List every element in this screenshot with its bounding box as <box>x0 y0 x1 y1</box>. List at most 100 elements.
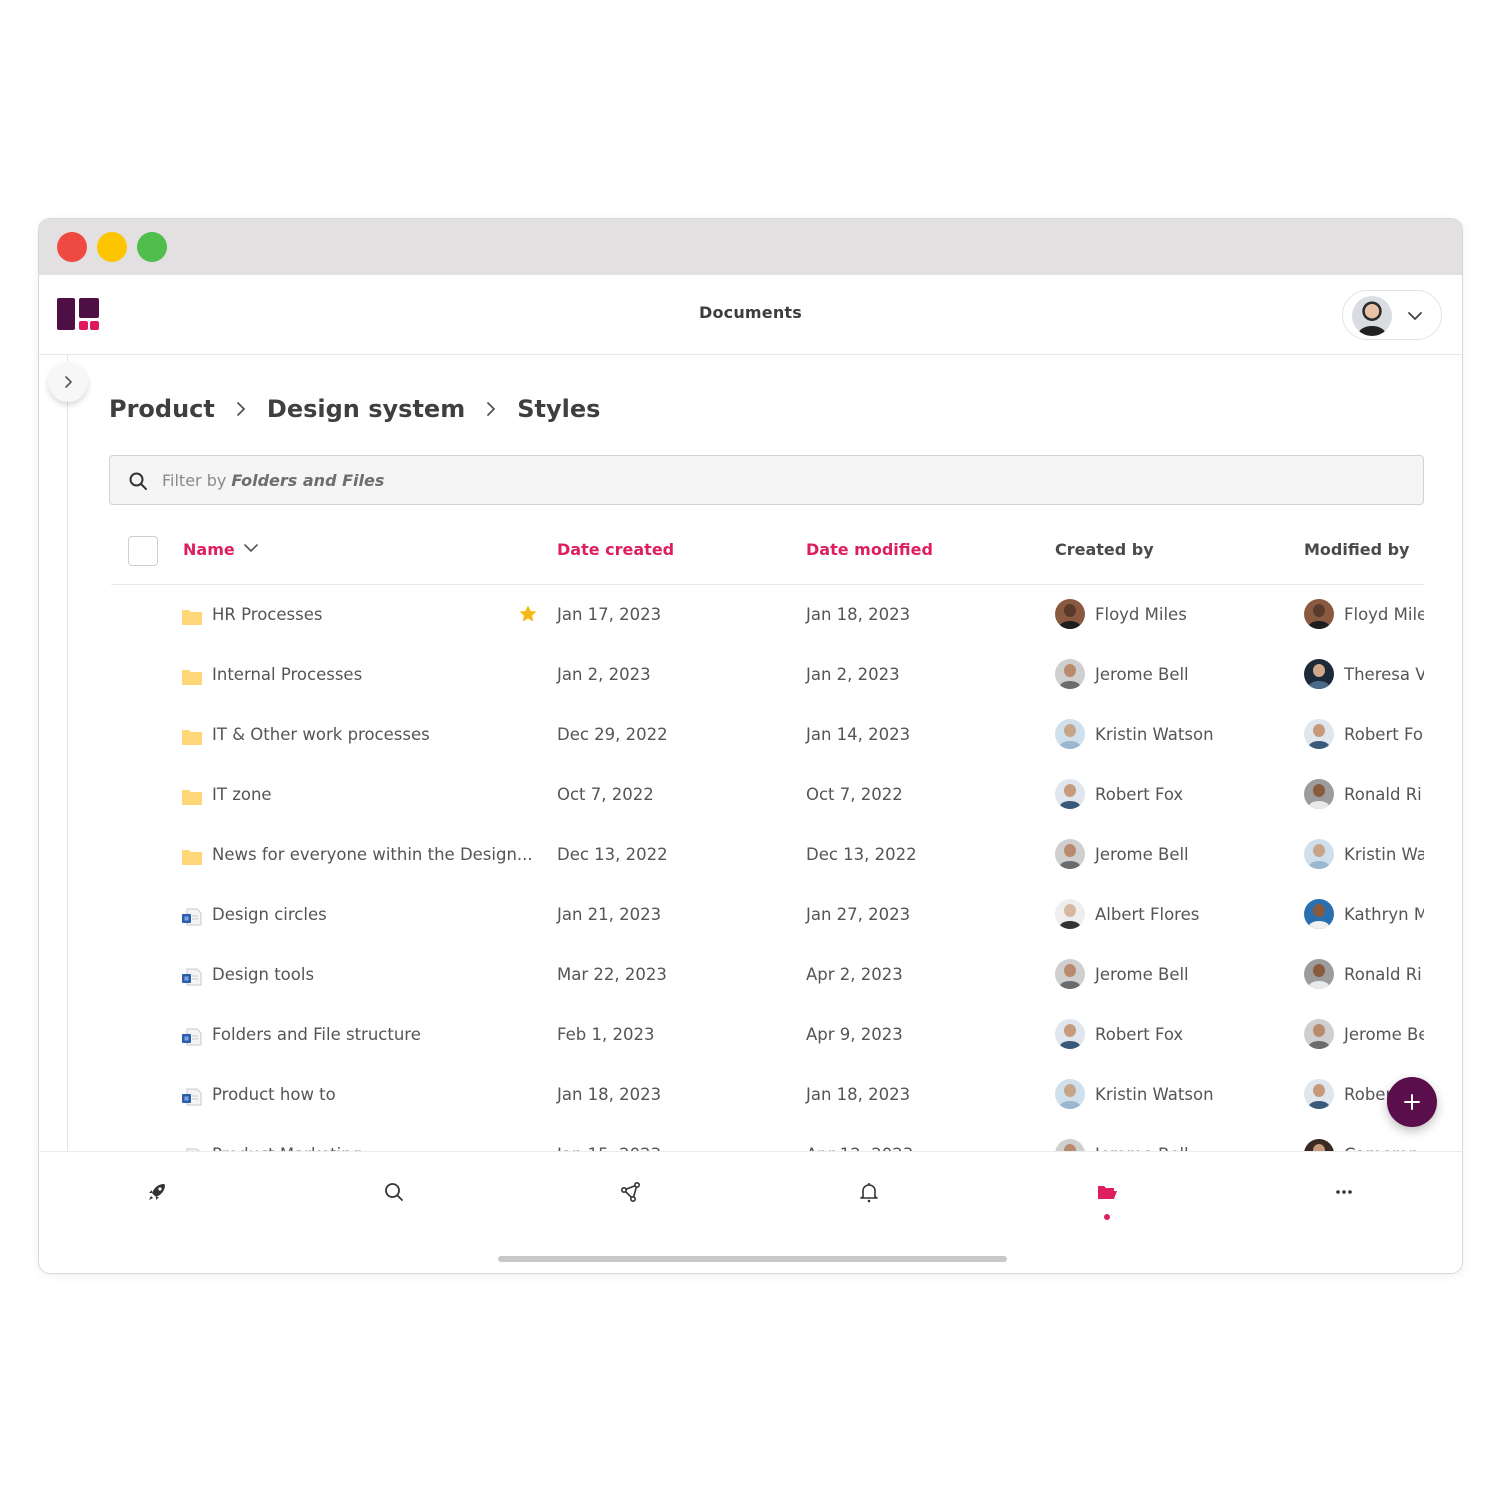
modified-by: Jerome Be <box>1304 1019 1424 1049</box>
item-name[interactable]: Folders and File structure <box>212 1025 421 1044</box>
item-name[interactable]: Product how to <box>212 1085 336 1104</box>
avatar <box>1304 1079 1334 1109</box>
date-modified: Jan 2, 2023 <box>806 665 900 684</box>
date-modified: Dec 13, 2022 <box>806 845 917 864</box>
created-by: Floyd Miles <box>1055 599 1187 629</box>
modified-by-name: Theresa V <box>1344 664 1424 684</box>
user-avatar <box>1352 296 1392 336</box>
created-by-name: Jerome Bell <box>1095 844 1189 864</box>
search-icon <box>129 472 147 490</box>
created-by: Kristin Watson <box>1055 1079 1214 1109</box>
column-header-date-created[interactable]: Date created <box>557 540 674 559</box>
item-name[interactable]: News for everyone within the Design... <box>212 845 533 864</box>
table-header: Name Date created Date modified Created … <box>111 515 1424 585</box>
created-by-name: Jerome Bell <box>1095 664 1189 684</box>
column-header-created-by[interactable]: Created by <box>1055 540 1154 559</box>
item-name[interactable]: IT zone <box>212 785 272 804</box>
breadcrumb-item-product[interactable]: Product <box>109 395 215 423</box>
date-modified: Oct 7, 2022 <box>806 785 903 804</box>
date-modified: Jan 18, 2023 <box>806 1085 911 1104</box>
modified-by: Ronald Ri <box>1304 779 1424 809</box>
modified-by-name: Ronald Ri <box>1344 784 1422 804</box>
avatar <box>1055 779 1085 809</box>
folder-open-icon[interactable] <box>1095 1180 1119 1204</box>
modified-by: Theresa V <box>1304 659 1424 689</box>
select-all-checkbox[interactable] <box>128 536 158 566</box>
close-window-button[interactable] <box>57 232 87 262</box>
avatar <box>1304 899 1334 929</box>
document-icon <box>182 1088 202 1106</box>
modified-by-name: Kathryn M <box>1344 904 1424 924</box>
user-menu-button[interactable] <box>1342 290 1442 340</box>
sidebar-rail <box>67 355 68 1155</box>
breadcrumb: Product Design system Styles <box>109 395 600 423</box>
modified-by-name: Robert Fo <box>1344 724 1423 744</box>
item-name[interactable]: Design circles <box>212 905 327 924</box>
modified-by-name: Floyd Mile <box>1344 604 1424 624</box>
home-indicator <box>498 1256 1007 1262</box>
table-row[interactable]: News for everyone within the Design... De… <box>111 825 1424 885</box>
more-icon[interactable] <box>1332 1180 1356 1204</box>
share-network-icon[interactable] <box>619 1180 643 1204</box>
created-by: Robert Fox <box>1055 779 1183 809</box>
documents-table: Name Date created Date modified Created … <box>111 515 1424 1151</box>
table-row[interactable]: IT zone Oct 7, 2022 Oct 7, 2022 Robert Fox R… <box>111 765 1424 825</box>
table-row[interactable]: Folders and File structure Feb 1, 2023 Apr… <box>111 1005 1424 1065</box>
minimize-window-button[interactable] <box>97 232 127 262</box>
item-name[interactable]: Design tools <box>212 965 314 984</box>
document-icon <box>182 908 202 926</box>
avatar <box>1055 659 1085 689</box>
table-row[interactable]: Product MarketingJan 15, 2023Apr 12, 202… <box>111 1125 1424 1151</box>
item-name[interactable]: Internal Processes <box>212 665 362 684</box>
maximize-window-button[interactable] <box>137 232 167 262</box>
date-modified: Apr 9, 2023 <box>806 1025 903 1044</box>
sort-chevron-down-icon[interactable] <box>243 540 259 556</box>
add-button[interactable] <box>1387 1077 1437 1127</box>
table-row[interactable]: Design circles Jan 21, 2023 Jan 27, 2023 Al… <box>111 885 1424 945</box>
modified-by: Floyd Mile <box>1304 599 1424 629</box>
created-by-name: Jerome Bell <box>1095 964 1189 984</box>
avatar <box>1304 599 1334 629</box>
bell-icon[interactable] <box>857 1180 881 1204</box>
app-window: Documents Product Design system Styles F… <box>38 218 1463 1274</box>
column-header-date-modified[interactable]: Date modified <box>806 540 933 559</box>
star-icon[interactable] <box>518 604 538 624</box>
created-by: Jerome Bell <box>1055 839 1189 869</box>
column-header-modified-by[interactable]: Modified by <box>1304 540 1409 559</box>
rocket-icon[interactable] <box>145 1180 169 1204</box>
table-row[interactable]: Product how to Jan 18, 2023 Jan 18, 2023 Kr… <box>111 1065 1424 1125</box>
page-title: Documents <box>698 303 803 322</box>
table-row[interactable]: Internal Processes Jan 2, 2023 Jan 2, 2023… <box>111 645 1424 705</box>
table-row[interactable]: Design tools Mar 22, 2023 Apr 2, 2023 Jerom… <box>111 945 1424 1005</box>
filter-input[interactable]: Filter by Folders and Files <box>109 455 1424 505</box>
modified-by-name: Ronald Ri <box>1344 964 1422 984</box>
date-created: Mar 22, 2023 <box>557 965 667 984</box>
search-icon[interactable] <box>382 1180 406 1204</box>
chevron-right-icon <box>235 400 247 418</box>
plus-icon <box>1404 1094 1420 1110</box>
modified-by: Ronald Ri <box>1304 959 1424 989</box>
item-name[interactable]: HR Processes <box>212 605 322 624</box>
folder-icon <box>182 610 202 625</box>
date-created: Jan 17, 2023 <box>557 605 662 624</box>
chevron-right-icon <box>485 400 497 418</box>
avatar <box>1055 599 1085 629</box>
date-created: Dec 29, 2022 <box>557 725 668 744</box>
column-header-name[interactable]: Name <box>183 540 235 559</box>
date-modified: Apr 2, 2023 <box>806 965 903 984</box>
breadcrumb-item-design-system[interactable]: Design system <box>267 395 465 423</box>
avatar <box>1304 959 1334 989</box>
table-row[interactable]: IT & Other work processes Dec 29, 2022 Jan… <box>111 705 1424 765</box>
created-by: Jerome Bell <box>1055 959 1189 989</box>
modified-by: Kristin Wa <box>1304 839 1424 869</box>
table-row[interactable]: HR Processes Jan 17, 2023 Jan 18, 2023 Floy… <box>111 585 1424 645</box>
avatar <box>1304 659 1334 689</box>
active-indicator <box>1104 1214 1110 1220</box>
item-name[interactable]: IT & Other work processes <box>212 725 430 744</box>
folder-icon <box>182 730 202 745</box>
date-created: Feb 1, 2023 <box>557 1025 655 1044</box>
created-by-name: Robert Fox <box>1095 1024 1184 1044</box>
sidebar-toggle-button[interactable] <box>48 362 88 402</box>
chevron-down-icon <box>1408 312 1422 320</box>
table-body: HR Processes Jan 17, 2023 Jan 18, 2023 Floy… <box>111 585 1424 1151</box>
